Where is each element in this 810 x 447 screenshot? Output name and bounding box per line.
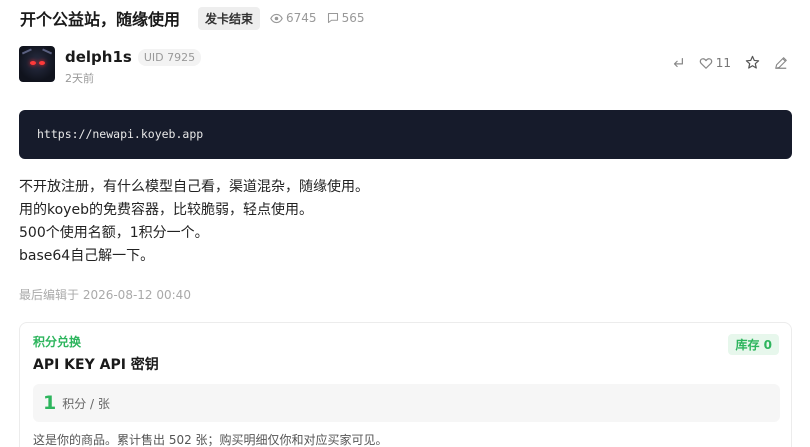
paragraph: 用的koyeb的免费容器，比较脆弱，轻点使用。 [19, 202, 313, 218]
replies-stat: 565 [327, 11, 365, 25]
post-actions: 11 [671, 55, 788, 70]
product-card: 积分兑换 API KEY API 密钥 库存 0 1 积分 / 张 这是你的商品… [19, 322, 792, 447]
card-title: API KEY API 密钥 [33, 357, 159, 373]
like-button[interactable]: 11 [699, 56, 731, 70]
code-text: https://newapi.koyeb.app [37, 127, 204, 141]
code-block[interactable]: https://newapi.koyeb.app [19, 110, 792, 159]
bookmark-button[interactable] [745, 55, 760, 70]
card-category: 积分兑换 [33, 335, 82, 349]
paragraph: base64自己解一下。 [19, 248, 155, 264]
like-count: 11 [715, 55, 731, 70]
avatar[interactable] [19, 46, 55, 82]
uid-badge: UID 7925 [137, 48, 202, 66]
star-icon [745, 55, 760, 69]
price-box: 1 积分 / 张 [33, 384, 780, 422]
topic-tag[interactable]: 发卡结束 [198, 6, 261, 30]
price-value: 1 [43, 392, 57, 414]
pencil-icon [775, 56, 787, 69]
card-description: 这是你的商品。累计售出 502 张；购买明细仅你和对应买家可见。 [33, 433, 388, 447]
heart-icon [699, 57, 712, 69]
edit-note[interactable]: 最后编辑于 2026-08-12 00:40 [19, 286, 191, 303]
topic-title[interactable]: 开个公益站，随缘使用 [20, 6, 180, 30]
username[interactable]: delph1s [65, 48, 132, 66]
reply-button[interactable] [671, 56, 685, 70]
price-unit: 积分 / 张 [62, 396, 110, 411]
post-author: delph1s UID 7925 2天前 [19, 46, 202, 86]
chat-bubble-icon [327, 12, 338, 24]
topic-header: 开个公益站，随缘使用 发卡结束 6745 565 [20, 6, 364, 30]
replies-count: 565 [341, 11, 365, 25]
paragraph: 500个使用名额，1积分一个。 [19, 225, 209, 241]
post-time[interactable]: 2天前 [65, 70, 201, 86]
views-count: 6745 [286, 11, 317, 25]
stock-badge: 库存 0 [728, 334, 779, 355]
views-stat: 6745 [270, 11, 317, 25]
post-body: 不开放注册，有什么模型自己看，渠道混杂，随缘使用。 用的koyeb的免费容器，比… [19, 176, 369, 268]
reply-icon [673, 57, 683, 67]
edit-button[interactable] [774, 56, 788, 70]
eye-icon [270, 13, 283, 23]
paragraph: 不开放注册，有什么模型自己看，渠道混杂，随缘使用。 [19, 179, 369, 195]
